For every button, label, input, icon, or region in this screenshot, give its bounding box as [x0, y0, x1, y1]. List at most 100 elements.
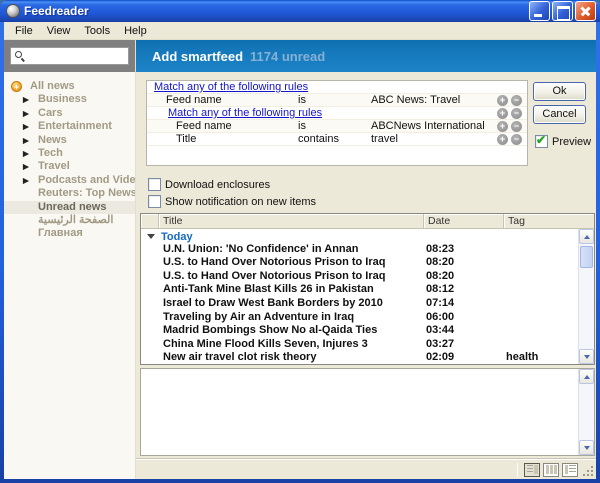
news-row[interactable]: U.N. Union: 'No Confidence' in Annan 08:…	[141, 243, 578, 257]
expand-arrow-icon[interactable]	[23, 174, 29, 187]
news-tag	[506, 256, 578, 270]
preview-scrollbar[interactable]	[578, 369, 594, 455]
expand-arrow-icon[interactable]	[23, 120, 29, 133]
rule-field[interactable]: Title	[176, 133, 196, 146]
news-date: 02:09	[426, 351, 455, 364]
sidebar-item-unread-news[interactable]: Unread news	[4, 200, 135, 214]
news-row[interactable]: U.S. to Hand Over Notorious Prison to Ir…	[141, 270, 578, 284]
sidebar-item-label: Cars	[38, 106, 63, 119]
scroll-down-icon[interactable]	[579, 440, 594, 455]
news-row[interactable]: Traveling by Air an Adventure in Iraq 06…	[141, 311, 578, 325]
sidebar-item-entertainment[interactable]: Entertainment	[4, 120, 135, 133]
news-row[interactable]: Madrid Bombings Show No al-Qaida Ties 03…	[141, 324, 578, 338]
sidebar-item-arabic-home[interactable]: الصفحة الرئيسية	[4, 214, 135, 227]
resize-grip[interactable]	[581, 464, 594, 477]
expand-arrow-icon[interactable]	[23, 134, 29, 147]
news-title: U.N. Union: 'No Confidence' in Annan	[163, 242, 359, 255]
sidebar-item-reuters-top-news[interactable]: Reuters: Top News	[4, 187, 135, 200]
group-row-today[interactable]: Today	[141, 229, 578, 243]
add-rule-icon[interactable]	[497, 95, 508, 106]
match-rules-link[interactable]: Match any of the following rules	[168, 107, 322, 120]
maximize-button[interactable]	[552, 1, 573, 21]
search-input[interactable]	[27, 48, 132, 64]
sidebar-item-podcasts[interactable]: Podcasts and Videoc...	[4, 174, 135, 187]
news-date: 08:20	[426, 256, 455, 269]
menu-help[interactable]: Help	[117, 25, 154, 37]
sidebar: All news Business Cars Entertainment	[4, 40, 136, 479]
title-bar[interactable]: Feedreader	[0, 0, 600, 22]
rule-operator[interactable]: contains	[298, 133, 339, 146]
sidebar-item-news[interactable]: News	[4, 134, 135, 147]
menu-tools[interactable]: Tools	[77, 25, 117, 37]
expand-arrow-icon[interactable]	[23, 107, 29, 120]
remove-rule-icon[interactable]	[511, 108, 522, 119]
news-tag	[506, 338, 578, 352]
news-tag	[506, 297, 578, 311]
news-row[interactable]: New air travel clot risk theory 02:09 he…	[141, 351, 578, 364]
remove-rule-icon[interactable]	[511, 134, 522, 145]
sidebar-item-all-news[interactable]: All news	[4, 80, 135, 93]
download-enclosures-checkbox[interactable]	[148, 178, 161, 191]
news-row[interactable]: U.S. to Hand Over Notorious Prison to Ir…	[141, 256, 578, 270]
sidebar-item-business[interactable]: Business	[4, 93, 135, 106]
sidebar-item-label: News	[38, 133, 67, 146]
remove-rule-icon[interactable]	[511, 95, 522, 106]
expand-arrow-icon[interactable]	[23, 93, 29, 106]
icon-column-header[interactable]	[141, 214, 159, 228]
news-date: 03:44	[426, 324, 455, 337]
scrollbar-thumb[interactable]	[580, 246, 593, 268]
date-column-header[interactable]: Date	[424, 214, 504, 228]
sidebar-item-label: Unread news	[38, 200, 107, 213]
cancel-button[interactable]: Cancel	[533, 105, 586, 124]
title-column-header[interactable]: Title	[159, 214, 424, 228]
rule-operator[interactable]: is	[298, 94, 306, 107]
preview-checkbox[interactable]	[535, 135, 548, 148]
sidebar-item-label: Reuters: Top News	[38, 187, 135, 200]
add-rule-icon[interactable]	[497, 108, 508, 119]
rule-field[interactable]: Feed name	[176, 120, 232, 133]
rule-operator[interactable]: is	[298, 120, 306, 133]
expand-arrow-icon[interactable]	[23, 160, 29, 173]
article-preview-pane	[140, 368, 595, 456]
match-rules-link[interactable]: Match any of the following rules	[154, 81, 308, 94]
news-row[interactable]: China Mine Flood Kills Seven, Injures 3 …	[141, 338, 578, 352]
news-row[interactable]: Israel to Draw West Bank Borders by 2010…	[141, 297, 578, 311]
search-box[interactable]	[10, 47, 132, 65]
rule-value[interactable]: ABC News: Travel	[371, 94, 460, 107]
news-tag	[506, 311, 578, 325]
tag-column-header[interactable]: Tag	[504, 214, 594, 228]
add-rule-icon[interactable]	[497, 121, 508, 132]
collapse-arrow-icon[interactable]	[147, 234, 155, 239]
minimize-button[interactable]	[529, 1, 550, 21]
menu-view[interactable]: View	[40, 25, 78, 37]
expand-arrow-icon[interactable]	[23, 147, 29, 160]
layout-normal-view-icon[interactable]	[524, 462, 540, 477]
layout-columns-view-icon[interactable]	[543, 462, 559, 477]
news-date: 08:12	[426, 283, 455, 296]
scroll-down-icon[interactable]	[579, 349, 594, 364]
rule-field[interactable]: Feed name	[166, 94, 222, 107]
close-button[interactable]	[575, 1, 596, 21]
news-date: 07:14	[426, 296, 455, 309]
menu-file[interactable]: File	[8, 25, 40, 37]
list-header: Title Date Tag	[141, 214, 594, 229]
rule-value[interactable]: ABCNews International	[371, 120, 485, 133]
rule-value[interactable]: travel	[371, 133, 398, 146]
sidebar-item-russian-home[interactable]: Главная	[4, 227, 135, 240]
ok-button[interactable]: Ok	[533, 82, 586, 101]
add-feed-icon	[11, 81, 22, 92]
show-notification-checkbox[interactable]	[148, 195, 161, 208]
scroll-up-icon[interactable]	[579, 369, 594, 384]
news-scrollbar[interactable]	[578, 229, 594, 364]
add-rule-icon[interactable]	[497, 134, 508, 145]
news-tag	[506, 243, 578, 257]
news-row[interactable]: Anti-Tank Mine Blast Kills 26 in Pakista…	[141, 283, 578, 297]
sidebar-item-label: All news	[30, 80, 75, 92]
search-area	[4, 40, 135, 72]
sidebar-item-tech[interactable]: Tech	[4, 147, 135, 160]
scroll-up-icon[interactable]	[579, 229, 594, 244]
sidebar-item-cars[interactable]: Cars	[4, 107, 135, 120]
remove-rule-icon[interactable]	[511, 121, 522, 132]
layout-list-view-icon[interactable]	[562, 462, 578, 477]
sidebar-item-travel[interactable]: Travel	[4, 160, 135, 173]
